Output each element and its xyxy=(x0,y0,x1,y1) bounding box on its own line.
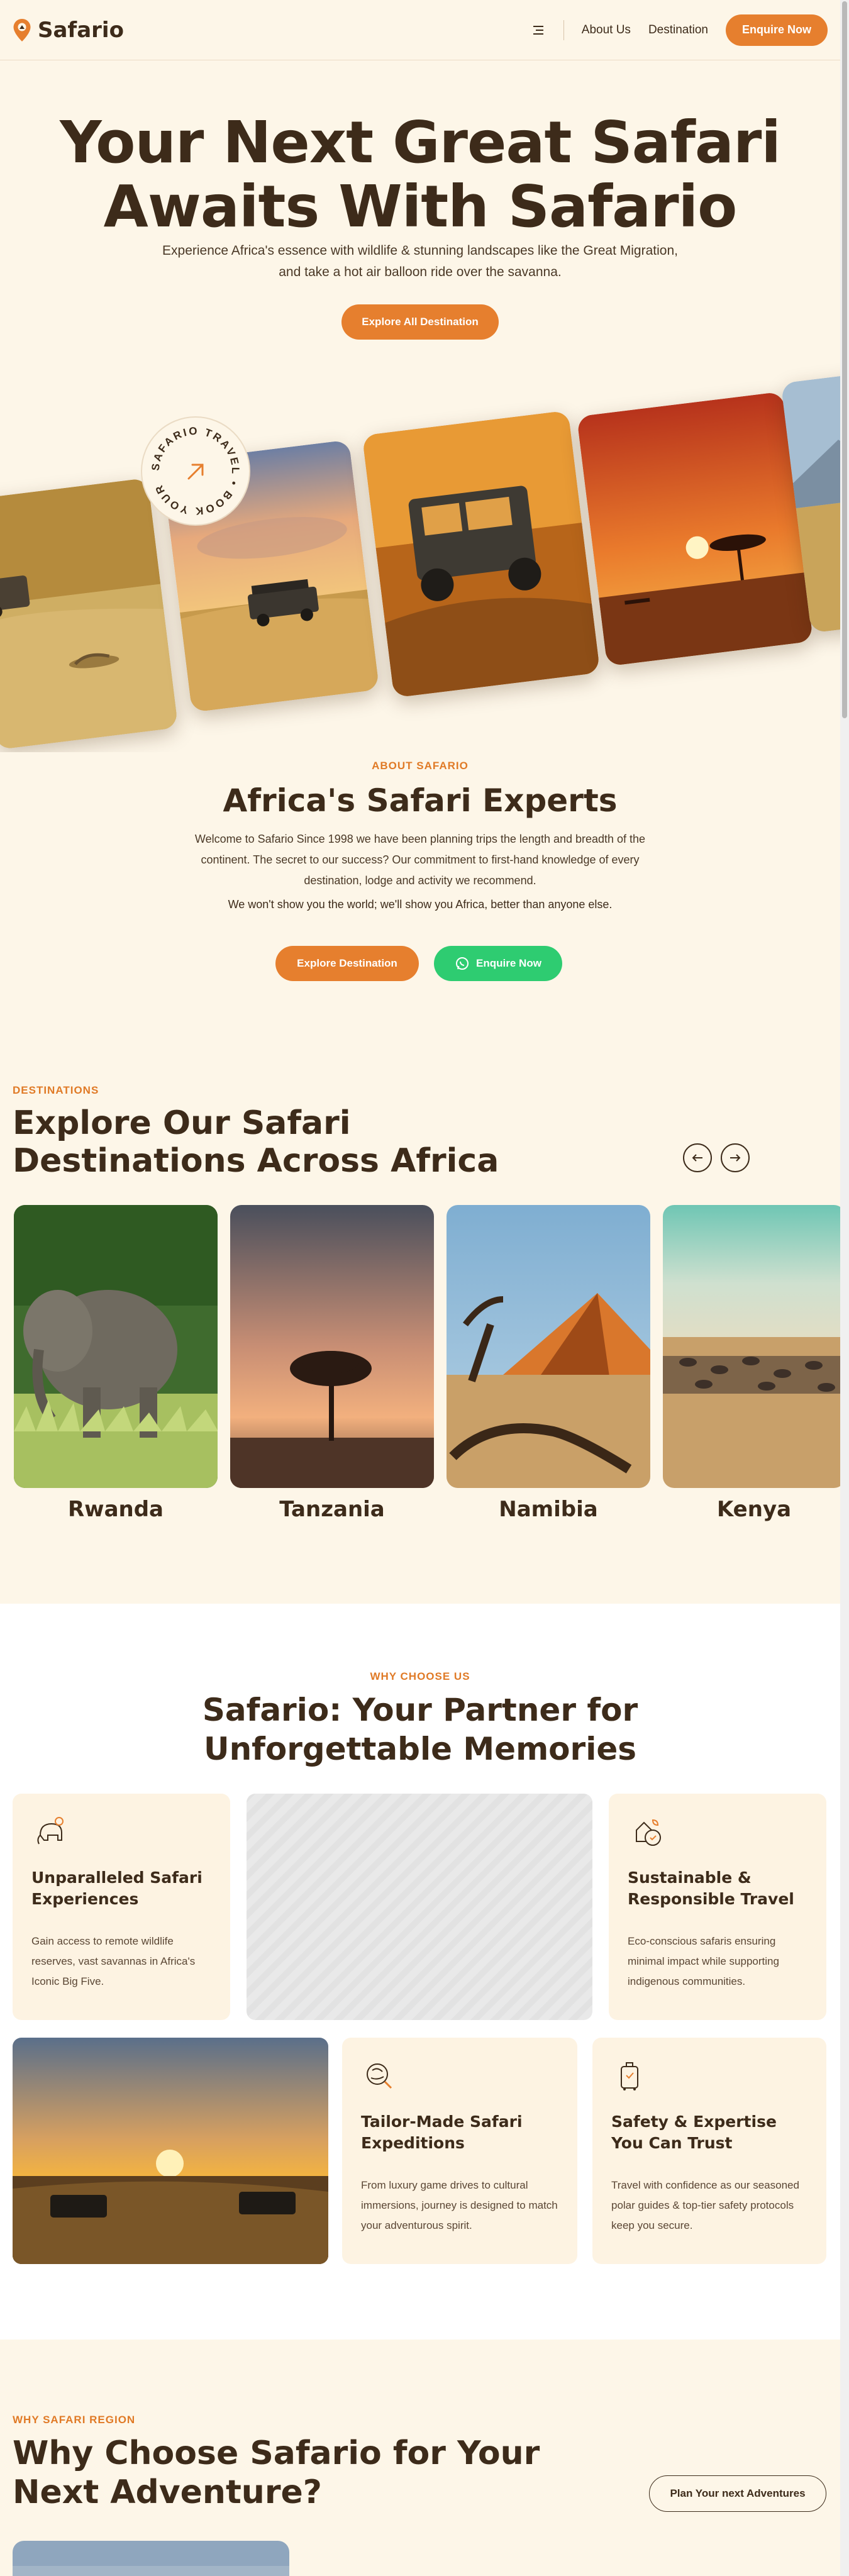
luggage-icon xyxy=(621,2062,638,2090)
site-header: Safario About Us Destination Enquire Now xyxy=(0,0,840,60)
logo-text: Safario xyxy=(38,17,124,43)
feature-text: Eco-conscious safaris ensuring minimal i… xyxy=(628,1935,779,1987)
book-your-safario-travel-badge[interactable]: SAFARIO TRAVEL • BOOK YOUR xyxy=(142,418,249,525)
hero-section: Your Next Great Safari Awaits With Safar… xyxy=(0,60,840,750)
eco-globe-icon xyxy=(636,1819,661,1846)
arrow-left-icon xyxy=(692,1154,702,1162)
feature-title: Safety & Expertise You Can Trust xyxy=(611,2112,777,2152)
region-image xyxy=(13,2541,289,2576)
about-eyebrow: ABOUT SAFARIO xyxy=(372,760,469,772)
safari-map-icon xyxy=(367,2063,392,2089)
arrow-right-icon xyxy=(730,1154,741,1162)
feature-card-tailor-made: Tailor-Made Safari Expeditions From luxu… xyxy=(342,2038,577,2264)
destinations-title: Explore Our Safari Destinations Across A… xyxy=(13,1104,499,1180)
main-nav: About Us Destination Enquire Now xyxy=(532,14,828,46)
region-title: Why Choose Safario for Your Next Adventu… xyxy=(13,2434,540,2512)
about-paragraph: Welcome to Safario Since 1998 we have be… xyxy=(194,833,646,887)
why-safari-region-section: WHY SAFARI REGION Why Choose Safario for… xyxy=(0,2340,840,2576)
nav-destination[interactable]: Destination xyxy=(648,23,708,37)
destination-card-rwanda[interactable] xyxy=(14,1205,218,1488)
why-title-line1: Safario: Your Partner for xyxy=(202,1692,638,1728)
destination-card-tanzania[interactable] xyxy=(230,1205,434,1488)
whatsapp-enquire-label: Enquire Now xyxy=(476,957,541,969)
explore-all-destination-button[interactable]: Explore All Destination xyxy=(341,304,499,340)
about-title: Africa's Safari Experts xyxy=(223,782,618,819)
enquire-now-button[interactable]: Enquire Now xyxy=(726,14,828,46)
why-eyebrow: WHY CHOOSE US xyxy=(370,1670,470,1682)
why-title-line2: Unforgettable Memories xyxy=(203,1731,637,1767)
whatsapp-enquire-button[interactable]: Enquire Now xyxy=(434,946,562,981)
feature-image-sunset-jeeps xyxy=(13,2038,328,2264)
destination-card-namibia[interactable] xyxy=(447,1205,650,1488)
feature-text: Travel with confidence as our seasoned p… xyxy=(611,2179,799,2231)
carousel-next-button[interactable] xyxy=(721,1143,750,1172)
page-scrollbar[interactable] xyxy=(840,0,849,2576)
feature-title: Unparalleled Safari Experiences xyxy=(31,1868,203,1908)
nav-about-us[interactable]: About Us xyxy=(582,23,631,37)
about-section: ABOUT SAFARIO Africa's Safari Experts We… xyxy=(0,721,840,1048)
why-choose-us-section: WHY CHOOSE US Safario: Your Partner for … xyxy=(0,1604,840,2340)
arrow-up-right-icon xyxy=(187,464,204,480)
hero-image-strip xyxy=(0,350,840,752)
plan-your-next-adventures-button[interactable]: Plan Your next Adventures xyxy=(649,2475,826,2512)
why-title: Safario: Your Partner for Unforgettable … xyxy=(0,1690,840,1768)
destinations-section: DESTINATIONS Explore Our Safari Destinat… xyxy=(0,1048,845,1604)
feature-text: From luxury game drives to cultural imme… xyxy=(361,2179,558,2231)
destination-name-tanzania[interactable]: Tanzania xyxy=(230,1497,434,1522)
region-title-line1: Why Choose Safario for Your xyxy=(13,2434,540,2472)
region-title-line2: Next Adventure? xyxy=(13,2473,322,2511)
feature-card-sustainable: Sustainable & Responsible Travel Eco-con… xyxy=(609,1794,826,2020)
about-tagline: We won't show you the world; we'll show … xyxy=(228,898,613,911)
feature-card-unparalleled: Unparalleled Safari Experiences Gain acc… xyxy=(13,1794,230,2020)
feature-title: Sustainable & Responsible Travel xyxy=(628,1868,794,1908)
feature-title: Tailor-Made Safari Expeditions xyxy=(361,2112,523,2152)
destination-name-kenya[interactable]: Kenya xyxy=(663,1497,845,1522)
destination-name-rwanda[interactable]: Rwanda xyxy=(14,1497,218,1522)
region-eyebrow: WHY SAFARI REGION xyxy=(13,2414,136,2426)
hero-subtitle: Experience Africa's essence with wildlif… xyxy=(162,243,678,279)
destinations-title-line1: Explore Our Safari xyxy=(13,1104,351,1142)
explore-destination-button[interactable]: Explore Destination xyxy=(275,946,419,981)
destination-name-namibia[interactable]: Namibia xyxy=(447,1497,650,1522)
image-placeholder xyxy=(247,1794,592,2020)
nav-divider xyxy=(563,19,564,40)
logo[interactable]: Safario xyxy=(13,18,124,43)
destinations-eyebrow: DESTINATIONS xyxy=(13,1084,99,1096)
elephant-icon xyxy=(37,1817,64,1845)
hero-image-land-rover xyxy=(362,410,601,698)
carousel-prev-button[interactable] xyxy=(683,1143,712,1172)
scrollbar-thumb[interactable] xyxy=(842,1,847,718)
menu-icon[interactable] xyxy=(532,24,546,36)
feature-text: Gain access to remote wildlife reserves,… xyxy=(31,1935,196,1987)
hero-title: Your Next Great Safari Awaits With Safar… xyxy=(60,109,781,240)
location-pin-icon xyxy=(13,18,31,42)
destination-card-kenya[interactable] xyxy=(663,1205,845,1488)
hero-image-sunset-acacia xyxy=(576,391,814,667)
feature-card-safety: Safety & Expertise You Can Trust Travel … xyxy=(592,2038,826,2264)
whatsapp-icon xyxy=(456,957,469,970)
destinations-title-line2: Destinations Across Africa xyxy=(13,1142,499,1180)
